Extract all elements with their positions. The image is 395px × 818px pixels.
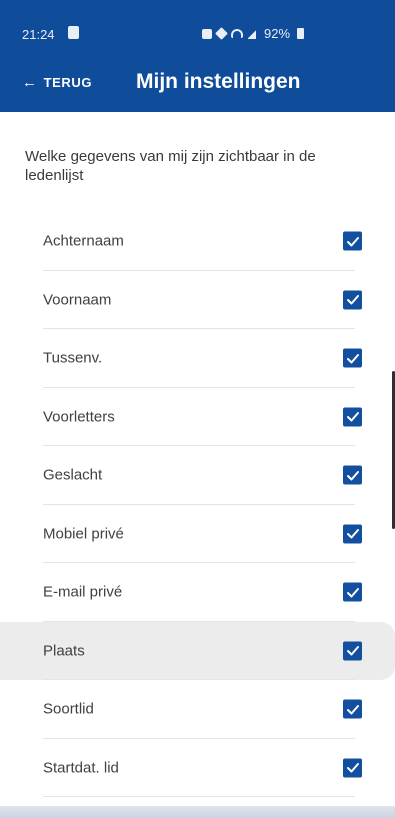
list-item-label: Startdat. lid [43,759,119,777]
mute-icon [215,27,228,40]
list-item[interactable]: Voornaam [0,271,395,329]
list-item[interactable]: E-mail privé [0,563,395,622]
checkbox[interactable] [343,348,362,368]
checkbox[interactable] [343,524,362,544]
divider [43,796,355,797]
list-item-label: Voornaam [43,291,112,309]
gallery-icon [68,26,79,39]
arrow-left-icon: ← [22,73,38,91]
check-icon [346,236,359,247]
checkbox[interactable] [343,465,362,485]
battery-icon [297,28,305,39]
battery-percent: 92% [264,26,291,41]
signal-icon [248,28,256,39]
list-item-label: Plaats [43,642,85,660]
checkbox[interactable] [343,407,362,427]
list-item[interactable]: Soortlid [0,680,395,739]
list-item[interactable]: Voorletters [0,388,395,446]
alarm-icon [202,28,212,39]
check-icon [346,704,359,715]
checkbox[interactable] [343,641,362,661]
status-bar: 21:24 92% [0,0,395,54]
check-icon [346,529,359,539]
checkbox[interactable] [343,758,362,778]
check-icon [346,587,359,598]
visibility-list: Achternaam Voornaam Tussenv. Voorletters Ges… [0,212,395,797]
bottom-edge [0,806,395,818]
list-item-label: Geslacht [43,466,103,484]
list-item-label: Voorletters [43,408,115,426]
checkbox[interactable] [343,290,362,310]
list-item[interactable]: Mobiel privé [0,505,395,563]
checkbox[interactable] [343,231,362,251]
list-item[interactable]: Tussenv. [0,329,395,388]
check-icon [346,295,359,305]
check-icon [346,763,359,773]
list-item-label: Mobiel privé [43,525,124,543]
checkbox[interactable] [343,699,362,719]
app-bar: 21:24 92% ← TERUG Mijn instellingen [0,0,395,112]
page-title: Mijn instellingen [136,70,301,93]
wifi-icon [231,29,243,38]
checkbox[interactable] [343,582,362,602]
check-icon [346,646,359,656]
check-icon [346,470,359,481]
back-button[interactable]: ← TERUG [22,70,92,94]
list-item[interactable]: Startdat. lid [0,739,395,797]
list-item-label: Tussenv. [43,349,103,367]
back-button-label: TERUG [43,74,93,90]
list-item-label: E-mail privé [43,583,123,601]
check-icon [346,353,359,364]
status-icons: 92% [202,26,305,41]
list-item[interactable]: Geslacht [0,446,395,505]
list-item[interactable]: Achternaam [0,212,395,271]
check-icon [346,412,359,422]
list-item-label: Soortlid [43,700,94,718]
list-item[interactable]: Plaats [0,621,395,680]
visibility-description: Welke gegevens van mij zijn zichtbaar in… [25,148,316,184]
status-time: 21:24 [22,27,55,42]
list-item-label: Achternaam [43,232,124,250]
